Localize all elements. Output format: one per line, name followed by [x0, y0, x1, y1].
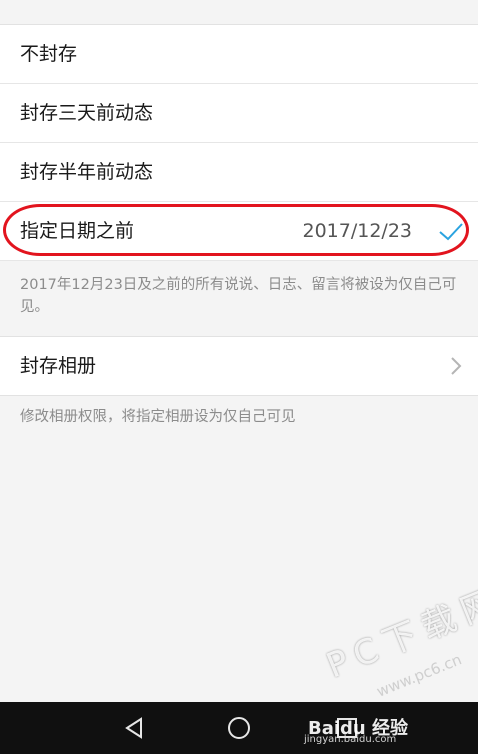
pc-site-watermark: PC下载网 — [320, 579, 478, 687]
pc-url-watermark: www.pc6.cn — [374, 650, 465, 701]
chevron-right-icon — [451, 357, 462, 375]
option-label: 指定日期之前 — [20, 220, 135, 242]
album-label: 封存相册 — [20, 355, 97, 377]
archive-options-list: 不封存 封存三天前动态 封存半年前动态 指定日期之前 2017/12/23 — [0, 24, 478, 261]
check-icon — [439, 223, 463, 241]
recent-square-icon[interactable] — [334, 715, 360, 741]
home-circle-icon[interactable] — [226, 715, 252, 741]
album-hint-text: 修改相册权限，将指定相册设为仅自己可见 — [20, 409, 296, 425]
date-hint-text: 2017年12月23日及之前的所有说说、日志、留言将被设为仅自己可见。 — [20, 277, 457, 315]
option-label: 封存三天前动态 — [20, 102, 154, 124]
option-no-archive[interactable]: 不封存 — [0, 25, 478, 84]
option-before-date[interactable]: 指定日期之前 2017/12/23 — [0, 202, 478, 261]
option-label: 封存半年前动态 — [20, 161, 154, 183]
option-archive-half-year[interactable]: 封存半年前动态 — [0, 143, 478, 202]
option-archive-three-days[interactable]: 封存三天前动态 — [0, 84, 478, 143]
option-label: 不封存 — [20, 43, 78, 65]
back-triangle-icon[interactable] — [122, 715, 148, 741]
archive-album-row[interactable]: 封存相册 — [0, 336, 478, 396]
system-navigation-bar — [0, 702, 478, 754]
top-strip — [0, 0, 478, 24]
selected-date-value[interactable]: 2017/12/23 — [302, 202, 412, 260]
